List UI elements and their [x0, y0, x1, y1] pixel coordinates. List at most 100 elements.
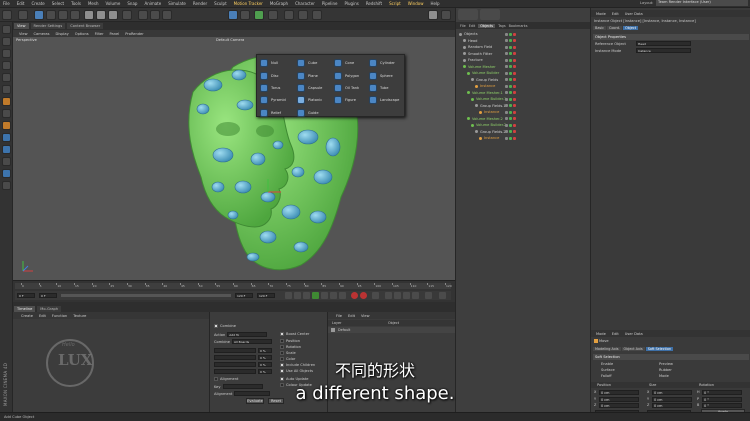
redo-icon[interactable]	[18, 10, 28, 20]
layer-row[interactable]: Default	[328, 327, 455, 333]
visibility-dot-icon[interactable]	[509, 32, 512, 36]
render-view-icon[interactable]	[138, 10, 148, 20]
preview-end-field[interactable]: 120 F	[257, 293, 275, 298]
object-manager-mode-icon[interactable]	[458, 9, 478, 20]
menu-snap[interactable]: Snap	[127, 1, 137, 6]
visibility-dot-icon[interactable]	[505, 65, 508, 69]
visibility-dot-icon[interactable]	[505, 32, 508, 36]
visibility-dot-icon[interactable]	[505, 71, 508, 75]
x-axis-icon[interactable]	[84, 10, 94, 20]
vmenu-prorender[interactable]: ProRender	[125, 32, 144, 36]
tag-icon[interactable]	[513, 32, 516, 36]
primitive-plane[interactable]: Plane	[297, 69, 335, 81]
tab-view[interactable]: View	[14, 23, 29, 29]
primitive-sphere[interactable]: Sphere	[369, 69, 407, 81]
viewport-arrange-icon[interactable]	[428, 10, 438, 20]
layout-dropdown[interactable]: Team Render Interface (User)	[656, 0, 748, 6]
start-frame-field[interactable]: 0 F	[39, 293, 57, 298]
object-visibility-flags[interactable]	[505, 52, 516, 56]
autokey-icon[interactable]	[360, 292, 367, 299]
menu-plugins[interactable]: Plugins	[345, 1, 359, 6]
object-visibility-flags[interactable]	[505, 65, 516, 69]
make-editable-icon[interactable]	[2, 25, 11, 34]
rotate-tool-icon[interactable]	[70, 10, 80, 20]
pla-key-icon[interactable]	[425, 292, 432, 299]
visibility-dot-icon[interactable]	[505, 45, 508, 49]
mat-menu-edit[interactable]: Edit	[39, 314, 46, 318]
tab-modeling-axis[interactable]: Modeling Axis	[593, 347, 621, 351]
menu-simulate[interactable]: Simulate	[168, 1, 186, 6]
points-mode-icon[interactable]	[2, 73, 11, 82]
visibility-dot-icon[interactable]	[509, 97, 512, 101]
menu-mesh[interactable]: Mesh	[88, 1, 99, 6]
tag-icon[interactable]	[513, 104, 516, 108]
reference-object-field[interactable]: Head	[636, 41, 691, 46]
rotation-checkbox[interactable]	[280, 345, 284, 349]
param-key-icon[interactable]	[412, 292, 419, 299]
tag-icon[interactable]	[513, 91, 516, 95]
menu-create[interactable]: Create	[31, 1, 44, 6]
visibility-dot-icon[interactable]	[505, 58, 508, 62]
visibility-dot-icon[interactable]	[505, 136, 508, 140]
edges-mode-icon[interactable]	[2, 85, 11, 94]
object-visibility-flags[interactable]	[505, 130, 516, 134]
render-settings-icon[interactable]	[162, 10, 172, 20]
visibility-dot-icon[interactable]	[505, 130, 508, 134]
visibility-dot-icon[interactable]	[505, 84, 508, 88]
primitive-relief[interactable]: Relief	[260, 107, 298, 119]
tag-icon[interactable]	[513, 52, 516, 56]
scale-key-icon[interactable]	[403, 292, 410, 299]
visibility-dot-icon[interactable]	[505, 104, 508, 108]
model-mode-icon[interactable]	[2, 37, 11, 46]
workplane-icon[interactable]	[2, 61, 11, 70]
generator-icon[interactable]	[254, 10, 264, 20]
coord-menu-edit[interactable]: Edit	[612, 332, 619, 336]
layer-menu-file[interactable]: File	[336, 314, 342, 318]
object-visibility-flags[interactable]	[505, 91, 516, 95]
action-dropdown[interactable]: Add To	[227, 332, 268, 337]
attr-tab-coord[interactable]: Coord.	[606, 26, 623, 30]
environment-icon[interactable]	[284, 10, 294, 20]
coord-menu-mode[interactable]: Mode	[596, 332, 606, 336]
tag-icon[interactable]	[513, 65, 516, 69]
menu-tools[interactable]: Tools	[71, 1, 81, 6]
tab-content-browser[interactable]: Content Browser	[67, 23, 104, 29]
object-visibility-flags[interactable]	[505, 123, 516, 127]
menu-motion-tracker[interactable]: Motion Tracker	[234, 1, 263, 6]
attr-menu-user-data[interactable]: User Data	[625, 12, 643, 16]
tag-icon[interactable]	[513, 45, 516, 49]
tag-icon[interactable]	[513, 110, 516, 114]
menu-edit[interactable]: Edit	[17, 1, 25, 6]
tag-icon[interactable]	[513, 84, 516, 88]
viewport-solo-icon[interactable]	[2, 133, 11, 142]
menu-render[interactable]: Render	[193, 1, 207, 6]
visibility-dot-icon[interactable]	[509, 45, 512, 49]
visibility-dot-icon[interactable]	[509, 39, 512, 43]
tweak-mode-icon[interactable]	[2, 121, 11, 130]
object-visibility-flags[interactable]	[505, 117, 516, 121]
timeline-menu-icon[interactable]	[439, 292, 446, 299]
next-frame-icon[interactable]	[321, 292, 328, 299]
object-visibility-flags[interactable]	[505, 39, 516, 43]
primitive-tube[interactable]: Tube	[369, 82, 407, 94]
om-menu-file[interactable]: File	[460, 24, 466, 28]
previous-key-icon[interactable]	[294, 292, 301, 299]
object-visibility-flags[interactable]	[505, 104, 516, 108]
primitive-null[interactable]: Null	[260, 57, 298, 69]
sculpt-icon[interactable]	[2, 169, 11, 178]
scale-tool-icon[interactable]	[58, 10, 68, 20]
keyframe-selection-icon[interactable]	[372, 292, 379, 299]
menu-help[interactable]: Help	[430, 1, 439, 6]
tab-object-axis[interactable]: Object Axis	[621, 347, 645, 351]
menu-script[interactable]: Script	[389, 1, 401, 6]
tag-icon[interactable]	[513, 78, 516, 82]
play-icon[interactable]	[312, 292, 319, 299]
scale-checkbox[interactable]	[280, 351, 284, 355]
tag-icon[interactable]	[513, 123, 516, 127]
menu-pipeline[interactable]: Pipeline	[322, 1, 338, 6]
visibility-dot-icon[interactable]	[509, 110, 512, 114]
primitive-cone[interactable]: Cone	[334, 57, 372, 69]
3d-viewport[interactable]: Perspective Default Camera Null Disc Tor…	[13, 37, 455, 280]
move-tool-icon[interactable]	[46, 10, 56, 20]
visibility-dot-icon[interactable]	[509, 78, 512, 82]
